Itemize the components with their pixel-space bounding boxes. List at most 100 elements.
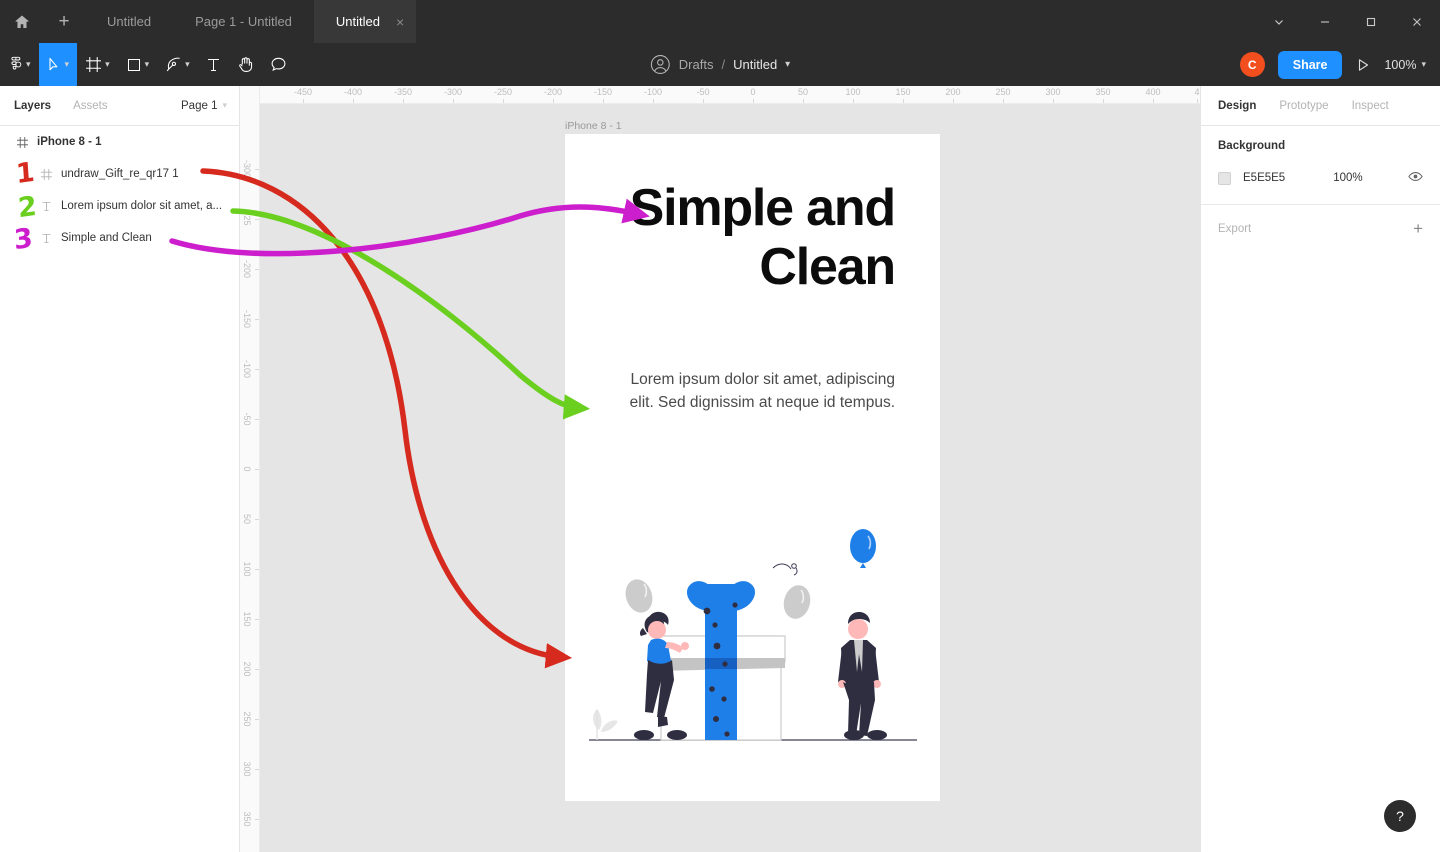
figma-logo-icon[interactable]: ▾: [0, 43, 39, 86]
tab-close-icon[interactable]: ×: [396, 15, 404, 29]
ruler-tick-v: 350: [242, 811, 252, 827]
pen-tool[interactable]: ▾: [157, 43, 198, 86]
ruler-tick-v: 200: [242, 661, 252, 677]
tab-inspect[interactable]: Inspect: [1352, 100, 1389, 112]
ruler-mark-h: [853, 99, 854, 103]
breadcrumb-file[interactable]: Untitled: [733, 57, 777, 72]
layer-row-undraw-gift[interactable]: undraw_Gift_re_qr17 1: [0, 158, 239, 190]
artboard-iphone-8-1[interactable]: Simple and Clean Lorem ipsum dolor sit a…: [565, 134, 940, 801]
chevron-down-icon[interactable]: ▾: [785, 59, 790, 70]
tab-assets[interactable]: Assets: [73, 100, 108, 112]
body-text[interactable]: Lorem ipsum dolor sit amet, adipiscing e…: [605, 368, 895, 414]
background-hex-value[interactable]: E5E5E5: [1243, 172, 1285, 184]
minimize-icon[interactable]: [1302, 0, 1348, 43]
tab-prototype[interactable]: Prototype: [1279, 100, 1328, 112]
design-panel: Design Prototype Inspect Background E5E5…: [1200, 86, 1440, 852]
ruler-mark-v: [255, 419, 259, 420]
move-tool[interactable]: ▾: [38, 43, 78, 86]
ruler-mark-h: [503, 99, 504, 103]
horizontal-ruler[interactable]: -450 -400 -350 -300 -250 -200 -150 -100 -50 0 50 10…: [240, 86, 1200, 104]
layer-row-iphone-8-1[interactable]: iPhone 8 - 1: [0, 126, 239, 158]
ruler-tick-h: 400: [1145, 87, 1161, 97]
chevron-down-icon[interactable]: ▾: [65, 60, 70, 69]
ruler-tick-h: -350: [393, 87, 413, 97]
maximize-icon[interactable]: [1348, 0, 1394, 43]
account-circle-icon[interactable]: [650, 54, 671, 75]
comment-tool[interactable]: [262, 43, 295, 86]
background-color-swatch[interactable]: [1218, 171, 1231, 185]
ruler-mark-h: [703, 99, 704, 103]
window-tab-2[interactable]: Page 1 - Untitled: [173, 0, 314, 43]
ruler-mark-h: [903, 99, 904, 103]
ruler-tick-v: -25: [242, 212, 252, 226]
play-icon[interactable]: [1355, 57, 1371, 73]
close-icon[interactable]: [1394, 0, 1440, 43]
ruler-tick-h: 0: [750, 87, 756, 97]
home-icon[interactable]: [0, 0, 43, 43]
window-tab-3[interactable]: Untitled ×: [313, 0, 417, 43]
ruler-tick-h: 300: [1045, 87, 1061, 97]
window-tab-1[interactable]: Untitled: [85, 0, 173, 43]
ruler-tick-h: 250: [995, 87, 1011, 97]
layer-label: undraw_Gift_re_qr17 1: [61, 168, 179, 180]
ruler-mark-v: [255, 319, 259, 320]
ruler-mark-v: [255, 469, 259, 470]
window-title-bar: + Untitled Page 1 - Untitled Untitled ×: [0, 0, 1440, 43]
vertical-ruler[interactable]: -300 -25 -200 -150 -100 -50 0 50 100 150 200 250 300…: [240, 86, 260, 852]
chevron-down-icon[interactable]: ▾: [105, 60, 110, 69]
undraw-gift-illustration[interactable]: [565, 524, 940, 754]
ruler-mark-h: [653, 99, 654, 103]
chevron-down-icon[interactable]: ▾: [26, 60, 31, 69]
ruler-mark-h: [753, 99, 754, 103]
ruler-tick-h: -200: [543, 87, 563, 97]
help-button[interactable]: ?: [1384, 800, 1416, 832]
share-button[interactable]: Share: [1277, 50, 1343, 79]
chevron-down-icon[interactable]: ▾: [185, 60, 190, 69]
titlebar-spacer: [416, 0, 1256, 43]
new-tab-button[interactable]: +: [43, 0, 85, 43]
ruler-mark-h: [1053, 99, 1054, 103]
background-title: Background: [1218, 140, 1286, 152]
annotation-number-2: 2: [17, 190, 38, 225]
ruler-mark-h: [603, 99, 604, 103]
ruler-mark-v: [255, 169, 259, 170]
ruler-tick-v: 50: [242, 513, 252, 525]
eye-icon[interactable]: [1408, 169, 1423, 187]
avatar[interactable]: C: [1239, 52, 1265, 77]
ruler-tick-v: 150: [242, 611, 252, 627]
text-tool[interactable]: [198, 43, 229, 86]
shape-tool[interactable]: ▾: [118, 43, 158, 86]
canvas-area[interactable]: iPhone 8 - 1 Simple and Clean Lorem ipsu…: [240, 86, 1200, 852]
frame-icon: [16, 136, 28, 148]
chevron-down-icon: ▾: [222, 100, 227, 110]
ruler-mark-v: [255, 719, 259, 720]
zoom-level-selector[interactable]: 100% ▾: [1384, 58, 1426, 72]
annotation-number-3: 3: [13, 222, 34, 257]
chevron-down-icon[interactable]: [1256, 0, 1302, 43]
ruler-mark-v: [255, 769, 259, 770]
tab-design[interactable]: Design: [1218, 100, 1256, 112]
ruler-mark-v: [255, 619, 259, 620]
chevron-down-icon[interactable]: ▾: [145, 60, 150, 69]
ruler-mark-h: [1153, 99, 1154, 103]
ruler-mark-h: [453, 99, 454, 103]
add-export-icon[interactable]: +: [1413, 220, 1423, 237]
breadcrumb-project[interactable]: Drafts: [679, 57, 714, 72]
ruler-tick-v: -50: [242, 412, 252, 426]
heading-text[interactable]: Simple and Clean: [605, 179, 897, 297]
ruler-tick-h: -450: [293, 87, 313, 97]
layers-panel-tabs: Layers Assets Page 1 ▾: [0, 86, 239, 126]
layer-row-simple-and-clean[interactable]: Simple and Clean: [0, 222, 239, 254]
annotation-number-1: 1: [15, 156, 36, 191]
background-opacity-value[interactable]: 100%: [1333, 172, 1362, 184]
tab-layers[interactable]: Layers: [14, 100, 51, 112]
ruler-tick-h: 200: [945, 87, 961, 97]
ruler-tick-h: -400: [343, 87, 363, 97]
ruler-mark-h: [1197, 99, 1198, 103]
hand-tool[interactable]: [229, 43, 262, 86]
ruler-tick-h: -100: [643, 87, 663, 97]
page-selector[interactable]: Page 1 ▾: [181, 100, 227, 112]
frame-tool[interactable]: ▾: [77, 43, 118, 86]
frame-label[interactable]: iPhone 8 - 1: [565, 120, 622, 132]
ruler-tick-h: 150: [895, 87, 911, 97]
